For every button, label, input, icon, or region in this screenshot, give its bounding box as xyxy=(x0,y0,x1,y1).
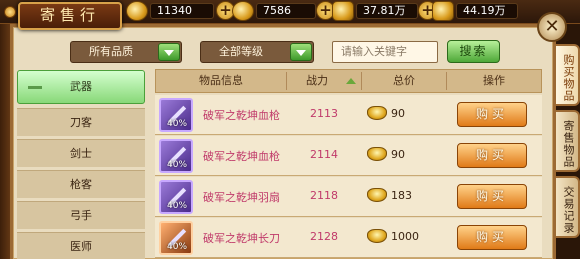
close-button[interactable]: ✕ xyxy=(537,12,567,42)
item-power: 2113 xyxy=(310,107,338,120)
item-name: 破军之乾坤血枪 xyxy=(203,109,280,122)
category-label: 弓手 xyxy=(70,209,92,222)
currency-value: 44.19万 xyxy=(456,3,518,19)
item-fan-icon[interactable]: 40% xyxy=(159,180,193,214)
currency-ingot-a: 37.81万 + xyxy=(332,1,437,21)
gold-ingot-icon xyxy=(367,188,387,202)
header-power[interactable]: 战力 xyxy=(287,70,347,92)
coin-stack-icon xyxy=(432,1,454,21)
item-power: 2128 xyxy=(310,230,338,243)
category-label: 医师 xyxy=(70,240,92,253)
silver-coin-icon xyxy=(232,1,254,21)
coin-stack-icon xyxy=(332,1,354,21)
item-spear-icon[interactable]: 40% xyxy=(159,139,193,173)
currency-value: 7586 xyxy=(256,3,316,19)
category-item-archer[interactable]: 弓手 xyxy=(17,201,145,229)
gold-ingot-icon xyxy=(367,106,387,120)
collapse-icon xyxy=(28,86,42,89)
item-spear-icon[interactable]: 40% xyxy=(159,98,193,132)
header-power-label: 战力 xyxy=(306,74,328,87)
item-price: 90 xyxy=(391,107,405,120)
chevron-down-icon[interactable] xyxy=(158,43,180,61)
search-button[interactable]: 搜索 xyxy=(447,40,500,63)
corner-gem-icon xyxy=(4,6,16,18)
item-name: 破军之乾坤血枪 xyxy=(203,150,280,163)
buy-button[interactable]: 购买 xyxy=(457,184,527,209)
gold-ingot-icon xyxy=(367,147,387,161)
table-row: 40% 破军之乾坤长刀 2128 1000 购买 xyxy=(155,218,542,258)
currency-value: 11340 xyxy=(150,3,214,19)
table-row: 40% 破军之乾坤羽扇 2118 183 购买 xyxy=(155,177,542,217)
category-item-sword[interactable]: 剑士 xyxy=(17,139,145,167)
header-item-info: 物品信息 xyxy=(199,74,243,87)
quality-select-value: 所有品质 xyxy=(89,45,133,58)
table-header: 物品信息 战力 总价 操作 xyxy=(155,69,542,93)
item-price: 90 xyxy=(391,148,405,161)
item-price: 183 xyxy=(391,189,412,202)
category-item-blade[interactable]: 刀客 xyxy=(17,108,145,136)
discount-label: 40% xyxy=(167,201,188,211)
tab-trade-records[interactable]: 交易记录 xyxy=(556,176,580,238)
discount-label: 40% xyxy=(167,242,188,252)
item-price: 1000 xyxy=(391,230,419,243)
gold-ingot-icon xyxy=(367,229,387,243)
chevron-down-icon[interactable] xyxy=(290,43,312,61)
window-title: 寄售行 xyxy=(18,2,122,30)
currency-ingot-b: 44.19万 xyxy=(432,1,532,21)
category-item-spear[interactable]: 枪客 xyxy=(17,170,145,198)
item-power: 2114 xyxy=(310,148,338,161)
quality-select[interactable]: 所有品质 xyxy=(70,41,182,63)
sort-icon[interactable] xyxy=(346,78,356,84)
tab-buy-items[interactable]: 购买物品 xyxy=(556,44,580,106)
tab-consign-items[interactable]: 寄售物品 xyxy=(556,110,580,172)
table-row: 40% 破军之乾坤血枪 2114 90 购买 xyxy=(155,136,542,176)
category-label: 剑士 xyxy=(70,147,92,160)
discount-label: 40% xyxy=(167,160,188,170)
buy-button[interactable]: 购买 xyxy=(457,143,527,168)
buy-button[interactable]: 购买 xyxy=(457,225,527,250)
level-select[interactable]: 全部等级 xyxy=(200,41,314,63)
item-name: 破军之乾坤长刀 xyxy=(203,232,280,245)
header-action: 操作 xyxy=(483,74,505,87)
buy-button[interactable]: 购买 xyxy=(457,102,527,127)
header-price: 总价 xyxy=(393,74,415,87)
close-icon: ✕ xyxy=(544,16,560,37)
item-power: 2118 xyxy=(310,189,338,202)
category-item-healer[interactable]: 医师 xyxy=(17,232,145,259)
category-item-weapon[interactable]: 武器 xyxy=(17,70,145,104)
category-label: 刀客 xyxy=(70,116,92,129)
currency-silver: 7586 + xyxy=(232,1,335,21)
currency-value: 37.81万 xyxy=(356,3,418,19)
discount-label: 40% xyxy=(167,119,188,129)
gold-coin-icon xyxy=(126,1,148,21)
level-select-value: 全部等级 xyxy=(219,45,263,58)
item-name: 破军之乾坤羽扇 xyxy=(203,191,280,204)
table-row: 40% 破军之乾坤血枪 2113 90 购买 xyxy=(155,95,542,135)
category-label: 武器 xyxy=(70,80,92,93)
top-bar: 寄售行 11340 + 7586 + 37.81万 + 44.19万 xyxy=(0,0,580,30)
category-label: 枪客 xyxy=(70,178,92,191)
currency-gold: 11340 + xyxy=(126,1,236,21)
item-blade-icon[interactable]: 40% xyxy=(159,221,193,255)
search-input[interactable]: 请输入关键字 xyxy=(332,41,438,63)
